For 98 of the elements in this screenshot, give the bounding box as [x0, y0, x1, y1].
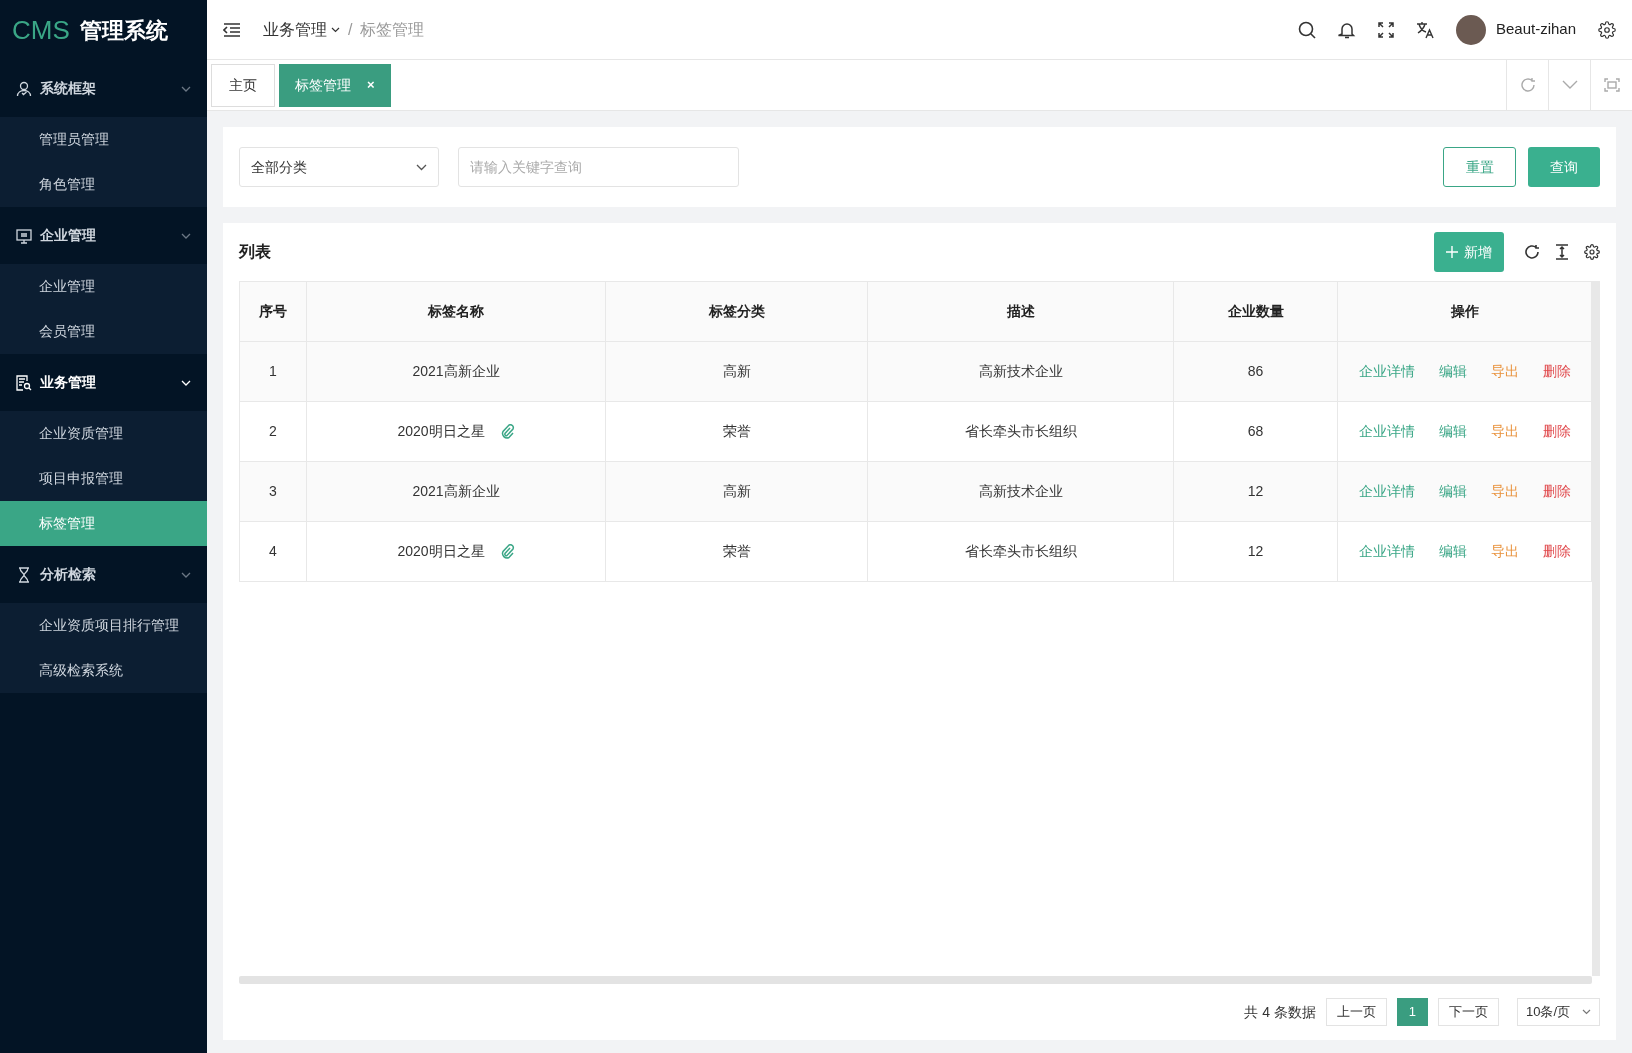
action-link[interactable]: 编辑: [1438, 481, 1467, 502]
table-cell-text: 2021高新企业: [412, 362, 500, 381]
table-cell-text: 2020明日之星: [397, 542, 485, 561]
list-title: 列表: [239, 242, 271, 262]
translate-icon[interactable]: [1415, 20, 1434, 39]
menu-group[interactable]: 系统框架: [0, 60, 207, 117]
table-cell: 省长牵头市长组织: [867, 521, 1174, 582]
next-page-button[interactable]: 下一页: [1437, 998, 1499, 1026]
table-cell: 高新技术企业: [867, 461, 1174, 522]
action-link[interactable]: 导出: [1490, 361, 1519, 382]
horizontal-scrollbar[interactable]: [239, 976, 1592, 984]
menu-item[interactable]: 会员管理: [0, 309, 207, 354]
menu-group[interactable]: 业务管理: [0, 354, 207, 411]
column-header: 企业数量: [1173, 281, 1338, 342]
table-cell: 4: [239, 521, 307, 582]
table-cell: 省长牵头市长组织: [867, 401, 1174, 462]
table-cell: 68: [1173, 401, 1338, 462]
action-link[interactable]: 编辑: [1438, 541, 1467, 562]
action-link[interactable]: 企业详情: [1358, 541, 1415, 562]
column-header: 标签名称: [306, 281, 606, 342]
chevron-down-icon: [1582, 1009, 1591, 1015]
table-cell: 高新技术企业: [867, 341, 1174, 402]
table-cell: 12: [1173, 521, 1338, 582]
table-cell-text: 2020明日之星: [397, 422, 485, 441]
action-link[interactable]: 企业详情: [1358, 481, 1415, 502]
menu-group[interactable]: 分析检索: [0, 546, 207, 603]
menu-fold-icon[interactable]: [223, 21, 241, 38]
action-link[interactable]: 删除: [1542, 361, 1571, 382]
settings-icon[interactable]: [1598, 20, 1616, 39]
menu-item[interactable]: 角色管理: [0, 162, 207, 207]
chevron-down-icon: [331, 26, 340, 33]
page-button[interactable]: 1: [1396, 998, 1428, 1026]
table-cell: 高新: [605, 341, 868, 402]
refresh-icon[interactable]: [1524, 244, 1540, 260]
hourglass-icon: [16, 566, 32, 583]
logo-brand: CMS: [12, 13, 70, 47]
logo-title: 管理系统: [79, 16, 168, 45]
monitor-icon: [16, 227, 32, 244]
action-link[interactable]: 删除: [1542, 481, 1571, 502]
search-icon[interactable]: [1297, 20, 1316, 39]
table-cell: 荣誉: [605, 521, 868, 582]
action-link[interactable]: 企业详情: [1358, 421, 1415, 442]
bell-icon[interactable]: [1337, 20, 1356, 39]
table-cell: 荣誉: [605, 401, 868, 462]
action-link[interactable]: 导出: [1490, 421, 1519, 442]
keyword-input[interactable]: 请输入关键字查询: [458, 147, 739, 187]
column-header: 描述: [867, 281, 1174, 342]
avatar[interactable]: [1455, 14, 1486, 45]
breadcrumb-item[interactable]: 业务管理: [263, 17, 340, 42]
column-header: 操作: [1337, 281, 1592, 342]
breadcrumb-separator: /: [348, 19, 353, 40]
action-link[interactable]: 企业详情: [1358, 361, 1415, 382]
menu-item[interactable]: 管理员管理: [0, 117, 207, 162]
select-value: 全部分类: [251, 157, 307, 177]
user-icon: [16, 80, 32, 97]
table-cell-text: 2021高新企业: [412, 482, 500, 501]
action-link[interactable]: 导出: [1490, 481, 1519, 502]
user-name[interactable]: Beaut-zihan: [1495, 18, 1576, 41]
table-cell: 2: [239, 401, 307, 462]
table-cell: 12: [1173, 461, 1338, 522]
column-header: 序号: [239, 281, 307, 342]
action-link[interactable]: 删除: [1542, 421, 1571, 442]
menu-item[interactable]: 企业资质项目排行管理: [0, 603, 207, 648]
chevron-down-icon: [416, 163, 427, 171]
menu-group[interactable]: 企业管理: [0, 207, 207, 264]
table-cell: 3: [239, 461, 307, 522]
menu-item[interactable]: 企业管理: [0, 264, 207, 309]
page-size-select[interactable]: 10条/页: [1516, 998, 1600, 1026]
paperclip-icon[interactable]: [500, 543, 515, 560]
menu-item[interactable]: 高级检索系统: [0, 648, 207, 693]
total-count: 共 4 条数据: [1244, 1002, 1316, 1022]
column-header: 标签分类: [605, 281, 868, 342]
settings-icon[interactable]: [1584, 244, 1600, 260]
action-link[interactable]: 导出: [1490, 541, 1519, 562]
table-cell: 1: [239, 341, 307, 402]
tab-close-button[interactable]: ×: [367, 75, 375, 95]
action-link[interactable]: 编辑: [1438, 361, 1467, 382]
prev-page-button[interactable]: 上一页: [1325, 998, 1387, 1026]
action-link[interactable]: 删除: [1542, 541, 1571, 562]
breadcrumb-item[interactable]: 标签管理: [360, 17, 425, 42]
vertical-scrollbar[interactable]: [1592, 281, 1600, 976]
column-height-icon[interactable]: [1554, 244, 1570, 260]
menu-item[interactable]: 标签管理: [0, 501, 207, 546]
query-button[interactable]: 查询: [1528, 147, 1600, 187]
reset-button[interactable]: 重置: [1443, 147, 1516, 187]
action-link[interactable]: 编辑: [1438, 421, 1467, 442]
tab[interactable]: 主页: [211, 63, 275, 107]
paperclip-icon[interactable]: [500, 423, 515, 440]
plus-icon: [1446, 246, 1458, 258]
tab[interactable]: 标签管理 ×: [279, 63, 391, 107]
table-cell: 86: [1173, 341, 1338, 402]
fullscreen-icon[interactable]: [1377, 21, 1394, 38]
menu-item[interactable]: 项目申报管理: [0, 456, 207, 501]
table-cell: 高新: [605, 461, 868, 522]
document-search-icon: [16, 374, 32, 391]
category-select[interactable]: 全部分类: [239, 147, 439, 187]
add-button[interactable]: 新增: [1434, 232, 1504, 272]
menu-item[interactable]: 企业资质管理: [0, 411, 207, 456]
